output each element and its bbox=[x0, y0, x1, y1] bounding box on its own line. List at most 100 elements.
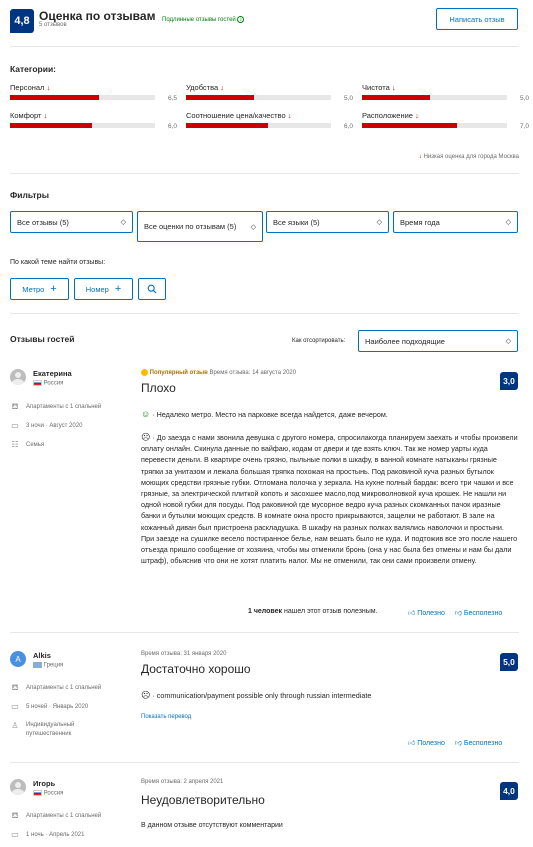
reviews-count: 5 отзывов bbox=[39, 22, 67, 28]
bed-icon: ⛾ bbox=[11, 402, 19, 411]
thumbs-down-icon: 👎︎ bbox=[454, 610, 462, 617]
category-bar bbox=[362, 95, 507, 100]
divider bbox=[10, 46, 519, 47]
category-bar-fill bbox=[186, 95, 255, 100]
reviewer-country: Греция bbox=[33, 662, 63, 669]
review-date: Популярный отзыв Время отзыва: 14 август… bbox=[141, 369, 296, 376]
review-date: Время отзыва: 31 января 2020 bbox=[141, 651, 227, 657]
popular-badge-icon bbox=[141, 369, 148, 376]
languages-dropdown[interactable]: Все языки (5) ◇ bbox=[266, 211, 389, 233]
category-bar-fill bbox=[362, 95, 431, 100]
season-dropdown[interactable]: Время года ◇ bbox=[393, 211, 518, 233]
review-title: Неудовлетворительно bbox=[141, 793, 265, 807]
sort-dropdown[interactable]: Наиболее подходящие ◇ bbox=[358, 330, 518, 352]
topic-chip-room[interactable]: Номер + bbox=[74, 278, 133, 300]
unhelpful-button[interactable]: 👎︎ Бесполезно bbox=[455, 738, 502, 747]
category-label: Чистота ↓ bbox=[362, 83, 396, 92]
flag-icon bbox=[33, 380, 42, 386]
unhelpful-button[interactable]: 👎︎ Бесполезно bbox=[455, 608, 502, 617]
category-bar-fill bbox=[362, 123, 458, 128]
family-icon: ☷ bbox=[11, 440, 19, 449]
plus-icon: + bbox=[50, 283, 57, 295]
show-translation-link[interactable]: Показать перевод bbox=[141, 714, 191, 720]
topic-chip-metro[interactable]: Метро + bbox=[10, 278, 69, 300]
all-reviews-dropdown[interactable]: Все отзывы (5) ◇ bbox=[10, 211, 133, 233]
sort-label: Как отсортировать: bbox=[292, 338, 346, 344]
category-label: Комфорт ↓ bbox=[10, 111, 48, 120]
divider bbox=[10, 313, 519, 314]
stay-info: ▭ 5 ночей · Январь 2020 bbox=[11, 702, 89, 711]
category-score: 6,5 bbox=[167, 95, 177, 102]
flag-icon bbox=[33, 662, 42, 668]
verified-reviews-note: Подлинные отзывы гостей i bbox=[162, 16, 245, 23]
category-score: 7,0 bbox=[519, 123, 529, 130]
info-icon[interactable]: i bbox=[237, 16, 245, 23]
review-title: Плохо bbox=[141, 381, 176, 395]
bed-icon: ⛾ bbox=[11, 811, 19, 820]
filters-heading: Фильтры bbox=[10, 190, 49, 200]
arrow-down-icon: ↓ bbox=[41, 111, 48, 120]
reviewer-country: Россия bbox=[33, 790, 63, 797]
room-type: ⛾ Апартаменты с 1 спальней bbox=[11, 683, 102, 692]
review-title: Достаточно хорошо bbox=[141, 662, 251, 676]
topic-search-label: По какой теме найти отзывы: bbox=[10, 259, 106, 266]
chevron-icon: ◇ bbox=[120, 219, 126, 226]
traveler-type: ☷ Семья bbox=[11, 440, 45, 449]
calendar-icon: ▭ bbox=[11, 702, 19, 711]
helpful-button[interactable]: 👍︎ Полезно bbox=[408, 608, 445, 617]
traveler-type: ♙ Индивидуальный путешественник bbox=[11, 721, 75, 737]
review-negative: ☹ · До заезда с нами звонила девушка с д… bbox=[141, 432, 518, 566]
no-comments-note: В данном отзыве отсутствуют комментарии bbox=[141, 822, 283, 829]
thumbs-up-icon: 👍︎ bbox=[408, 740, 416, 747]
frown-icon: ☹ bbox=[141, 432, 151, 442]
category-bar-fill bbox=[10, 123, 92, 128]
category-bar bbox=[10, 95, 155, 100]
category-bar bbox=[186, 95, 331, 100]
reviewer-name: Игорь bbox=[33, 779, 56, 788]
category-bar-fill bbox=[10, 95, 99, 100]
topic-search-button[interactable] bbox=[138, 278, 166, 300]
review-score-badge: 5,0 bbox=[500, 653, 518, 671]
thumbs-up-icon: 👍︎ bbox=[408, 610, 416, 617]
chevron-icon: ◇ bbox=[505, 219, 511, 226]
category-label: Расположение ↓ bbox=[362, 111, 419, 120]
category-bar bbox=[362, 123, 507, 128]
avatar bbox=[10, 779, 26, 795]
arrow-down-icon: ↓ bbox=[285, 111, 292, 120]
write-review-button[interactable]: Написать отзыв bbox=[436, 8, 518, 30]
category-score: 5,0 bbox=[343, 95, 353, 102]
avatar: A bbox=[10, 651, 26, 667]
low-score-note: ↓ Низкая оценка для города Москва bbox=[418, 154, 519, 160]
avatar bbox=[10, 369, 26, 385]
bed-icon: ⛾ bbox=[11, 683, 19, 692]
person-icon: ♙ bbox=[11, 721, 19, 730]
guest-reviews-heading: Отзывы гостей bbox=[10, 334, 75, 344]
reviews-title: Оценка по отзывам bbox=[39, 9, 156, 23]
categories-heading: Категории: bbox=[10, 64, 57, 74]
smile-icon: ☺ bbox=[141, 409, 151, 419]
review-score-badge: 3,0 bbox=[500, 372, 518, 390]
divider bbox=[10, 173, 519, 174]
all-scores-dropdown[interactable]: Все оценки по отзывам (5) ◇ bbox=[137, 211, 263, 242]
arrow-down-icon: ↓ bbox=[412, 111, 419, 120]
helpful-button[interactable]: 👍︎ Полезно bbox=[408, 738, 445, 747]
category-label: Соотношение цена/качество ↓ bbox=[186, 111, 292, 120]
frown-icon: ☹ bbox=[141, 690, 151, 700]
search-icon bbox=[147, 284, 157, 294]
category-score: 5,0 bbox=[519, 95, 529, 102]
room-type: ⛾ Апартаменты с 1 спальней bbox=[11, 811, 102, 820]
arrow-down-icon: ↓ bbox=[418, 154, 422, 160]
reviewer-country: Россия bbox=[33, 380, 63, 387]
reviewer-name: Екатерина bbox=[33, 369, 72, 378]
chevron-icon: ◇ bbox=[376, 219, 382, 226]
review-date: Время отзыва: 2 апреля 2021 bbox=[141, 779, 224, 785]
category-label: Удобства ↓ bbox=[186, 83, 225, 92]
category-bar bbox=[186, 123, 331, 128]
chevron-icon: ◇ bbox=[250, 223, 256, 231]
arrow-down-icon: ↓ bbox=[389, 83, 396, 92]
stay-info: ▭ 3 ночи · Август 2020 bbox=[11, 421, 83, 430]
category-label: Персонал ↓ bbox=[10, 83, 51, 92]
thumbs-down-icon: 👎︎ bbox=[454, 740, 462, 747]
category-bar-fill bbox=[186, 123, 268, 128]
arrow-down-icon: ↓ bbox=[44, 83, 51, 92]
